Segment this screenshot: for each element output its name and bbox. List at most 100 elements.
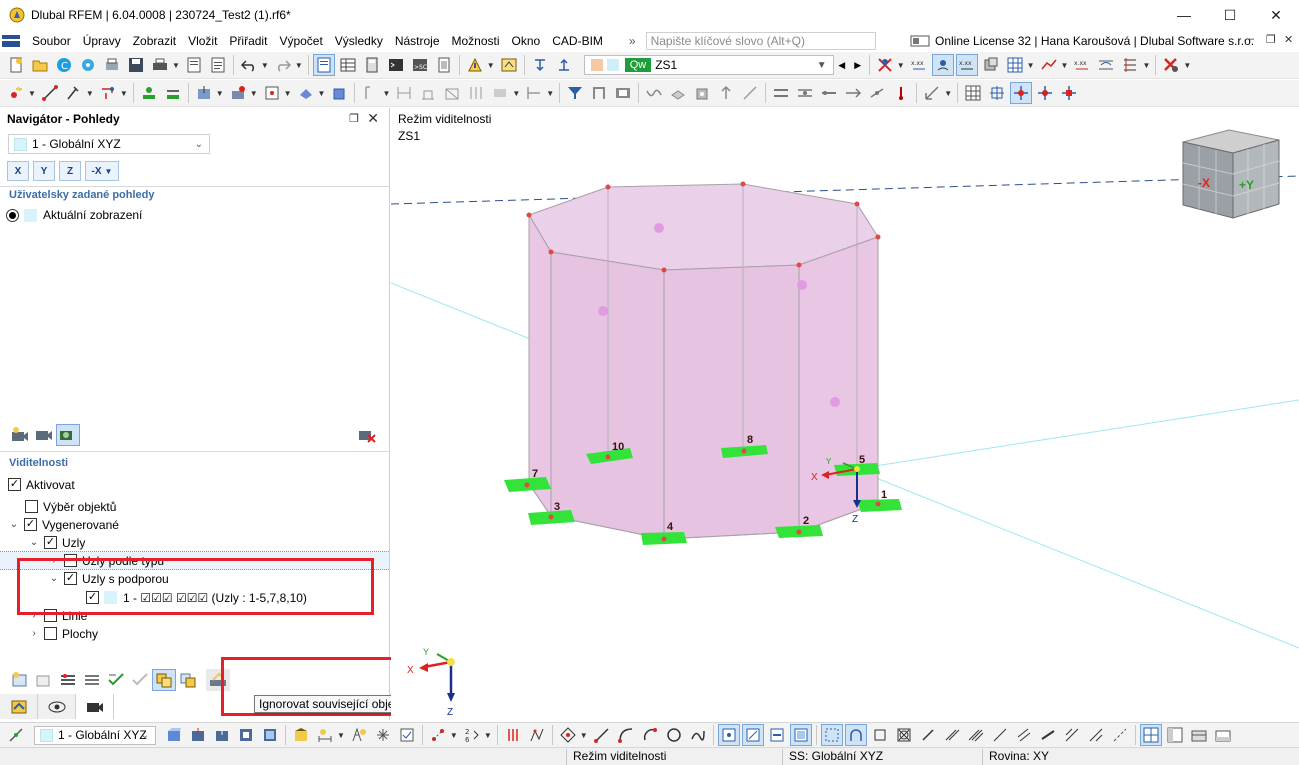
- snap-points-icon[interactable]: [427, 724, 449, 746]
- arrow-up-icon[interactable]: [715, 82, 737, 104]
- minimize-button[interactable]: —: [1161, 0, 1207, 30]
- print-icon[interactable]: [149, 54, 171, 76]
- circle-icon[interactable]: [663, 724, 685, 746]
- view-x-button[interactable]: X: [7, 161, 29, 181]
- guide-line-icon[interactable]: [441, 82, 463, 104]
- menu-vysledky[interactable]: Výsledky: [329, 34, 389, 48]
- cloud-icon[interactable]: C: [53, 54, 75, 76]
- line-tool-icon[interactable]: [359, 82, 381, 104]
- solid-icon[interactable]: [691, 82, 713, 104]
- grid-results-icon[interactable]: [1004, 54, 1026, 76]
- select-window-icon[interactable]: [820, 724, 843, 746]
- work-plane-icon[interactable]: [1010, 82, 1033, 104]
- visual-object-icon[interactable]: [489, 82, 511, 104]
- select-double-diagonal-icon[interactable]: [941, 724, 963, 746]
- view-side-icon[interactable]: [211, 724, 233, 746]
- new-surface-icon[interactable]: [97, 82, 119, 104]
- distribute-icon[interactable]: [794, 82, 816, 104]
- redo-icon[interactable]: [272, 54, 294, 76]
- display-members-icon[interactable]: [766, 724, 788, 746]
- close-icon[interactable]: ✕: [367, 110, 379, 127]
- menu-nastroje[interactable]: Nástroje: [389, 34, 446, 48]
- result-values-icon[interactable]: x.xx: [908, 54, 930, 76]
- mdi-minimize-button[interactable]: –: [1248, 33, 1254, 45]
- check-all-icon[interactable]: [104, 669, 128, 691]
- menu-moznosti[interactable]: Možnosti: [446, 34, 506, 48]
- load-case-edit-icon[interactable]: [498, 54, 520, 76]
- view-top-icon[interactable]: [235, 724, 257, 746]
- mdi-close-button[interactable]: ✕: [1284, 33, 1293, 46]
- menu-vypocet[interactable]: Výpočet: [273, 34, 328, 48]
- delete-view-icon[interactable]: [355, 424, 379, 446]
- console-icon[interactable]: [385, 54, 407, 76]
- document-icon[interactable]: [207, 54, 229, 76]
- line-support-icon[interactable]: [162, 82, 184, 104]
- member-load-icon[interactable]: [227, 82, 249, 104]
- print-preview-icon[interactable]: [101, 54, 123, 76]
- nodal-support-icon[interactable]: [138, 82, 160, 104]
- display-lines-icon[interactable]: [741, 724, 764, 746]
- guide-objects-icon[interactable]: [1058, 82, 1080, 104]
- menu-vlozit[interactable]: Vložit: [182, 34, 223, 48]
- layout-tables-icon[interactable]: [1188, 724, 1210, 746]
- table-icon[interactable]: [337, 54, 359, 76]
- close-button[interactable]: ✕: [1253, 0, 1299, 30]
- circle-arc-icon[interactable]: [639, 724, 661, 746]
- view-save-icon[interactable]: [396, 724, 418, 746]
- result-section-icon[interactable]: [1095, 54, 1117, 76]
- chevron-down-icon[interactable]: ⌄: [28, 537, 40, 548]
- next-load-case-icon[interactable]: ▶: [851, 54, 865, 76]
- tab-display[interactable]: [38, 694, 76, 719]
- snap-line-icon[interactable]: [818, 82, 840, 104]
- tree-surfaces[interactable]: › Plochy: [0, 624, 389, 643]
- nodes-checkbox[interactable]: ✓: [44, 536, 57, 549]
- menu-zobrazit[interactable]: Zobrazit: [127, 34, 182, 48]
- new-line-icon[interactable]: [39, 82, 61, 104]
- add-view-icon[interactable]: [8, 424, 32, 446]
- select-arc-icon[interactable]: [844, 724, 867, 746]
- document-window-icon[interactable]: [2, 34, 20, 48]
- dimension-icon[interactable]: [393, 82, 415, 104]
- view-cube[interactable]: [1182, 129, 1280, 219]
- view-front-icon[interactable]: [187, 724, 209, 746]
- deformation-icon[interactable]: [931, 54, 954, 76]
- tree-activate[interactable]: ✓ Aktivovat: [0, 475, 389, 494]
- view-bottom-icon[interactable]: [259, 724, 281, 746]
- view-select[interactable]: 1 - Globální XYZ ⌄: [8, 134, 210, 154]
- copy-visibility-icon[interactable]: [32, 669, 56, 691]
- bottom-view-select[interactable]: 1 - Globální XYZ ⌄: [34, 725, 156, 745]
- polyline-icon[interactable]: [526, 724, 548, 746]
- layout-grid-icon[interactable]: [1139, 724, 1162, 746]
- view-iso-icon[interactable]: [163, 724, 185, 746]
- surface-load-icon[interactable]: [261, 82, 283, 104]
- tree-generated[interactable]: ⌄ ✓ Vygenerované: [0, 515, 389, 534]
- uncheck-all-icon[interactable]: [128, 669, 152, 691]
- view-z-button[interactable]: Z: [59, 161, 81, 181]
- calculator-icon[interactable]: [361, 54, 383, 76]
- navigator-toggle-icon[interactable]: [312, 54, 335, 76]
- new-node-icon[interactable]: [5, 82, 27, 104]
- tree-nodes[interactable]: ⌄ ✓ Uzly: [0, 533, 389, 552]
- save-icon[interactable]: [125, 54, 147, 76]
- menu-okno[interactable]: Okno: [506, 34, 547, 48]
- imposed-load-icon[interactable]: [328, 82, 350, 104]
- edit-view-icon[interactable]: [32, 424, 56, 446]
- member-line-icon[interactable]: [502, 724, 524, 746]
- webservice-icon[interactable]: [77, 54, 99, 76]
- layout-tile-icon[interactable]: [1212, 724, 1234, 746]
- select-slope-3-icon[interactable]: [1037, 724, 1059, 746]
- plane-icon[interactable]: [667, 82, 689, 104]
- load-icon[interactable]: [193, 82, 215, 104]
- result-labels-icon[interactable]: x.xx: [955, 54, 978, 76]
- object-selection-checkbox[interactable]: [25, 500, 38, 513]
- clipping-icon[interactable]: [523, 82, 545, 104]
- curve-icon[interactable]: [687, 724, 709, 746]
- film-icon[interactable]: [612, 82, 634, 104]
- light-icon[interactable]: [372, 724, 394, 746]
- divide-icon[interactable]: [866, 82, 888, 104]
- menu-soubor[interactable]: Soubor: [26, 34, 77, 48]
- current-view-radio[interactable]: [6, 208, 19, 222]
- maximize-button[interactable]: ☐: [1207, 0, 1253, 30]
- tab-views[interactable]: [76, 694, 114, 719]
- lines-results-icon[interactable]: [1119, 54, 1141, 76]
